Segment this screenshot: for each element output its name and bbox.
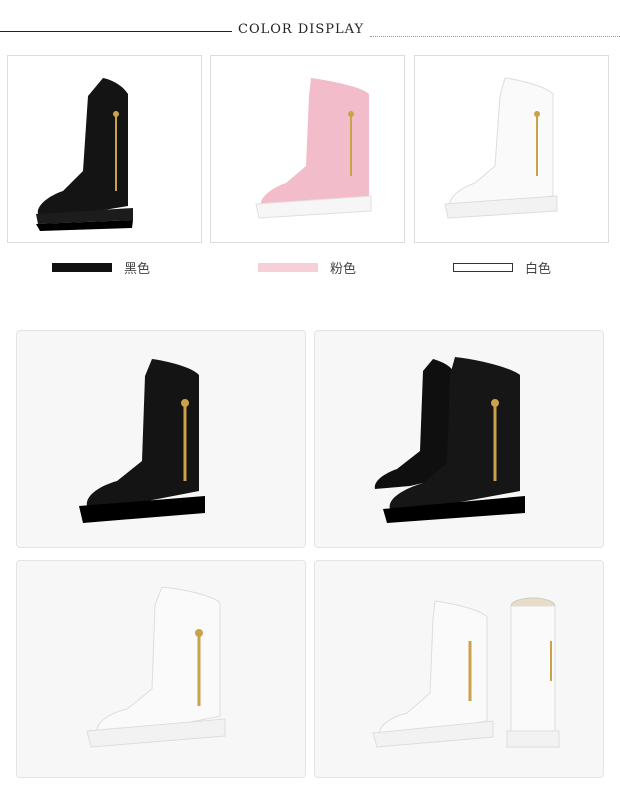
- swatch-card-pink[interactable]: [210, 55, 405, 243]
- color-option-white[interactable]: 白色: [453, 258, 551, 277]
- white-boot-photo: [86, 586, 226, 748]
- black-boot-image: [36, 78, 133, 231]
- swatch-card-white[interactable]: [414, 55, 609, 243]
- page-title: COLOR DISPLAY: [238, 22, 365, 37]
- color-chip-pink: [258, 263, 318, 272]
- photo-black-pair[interactable]: [314, 330, 604, 548]
- white-boot-image: [444, 77, 558, 219]
- color-option-black[interactable]: 黑色: [52, 258, 150, 277]
- white-boots-pair-photo: [372, 597, 560, 748]
- header-rule-dotted: [370, 36, 620, 37]
- color-label-pink: 粉色: [330, 262, 357, 277]
- photo-white-pair[interactable]: [314, 560, 604, 778]
- pink-boot-image: [255, 78, 372, 219]
- black-boot-photo: [79, 359, 205, 523]
- header-rule-left: [0, 31, 232, 32]
- color-option-pink[interactable]: 粉色: [258, 258, 356, 277]
- swatch-card-black[interactable]: [7, 55, 202, 243]
- color-label-black: 黑色: [124, 262, 151, 277]
- black-boots-pair-photo: [374, 357, 525, 523]
- color-label-white: 白色: [525, 262, 552, 277]
- photo-black-single[interactable]: [16, 330, 306, 548]
- color-chip-black: [52, 263, 112, 272]
- photo-white-single[interactable]: [16, 560, 306, 778]
- color-chip-white: [453, 263, 513, 272]
